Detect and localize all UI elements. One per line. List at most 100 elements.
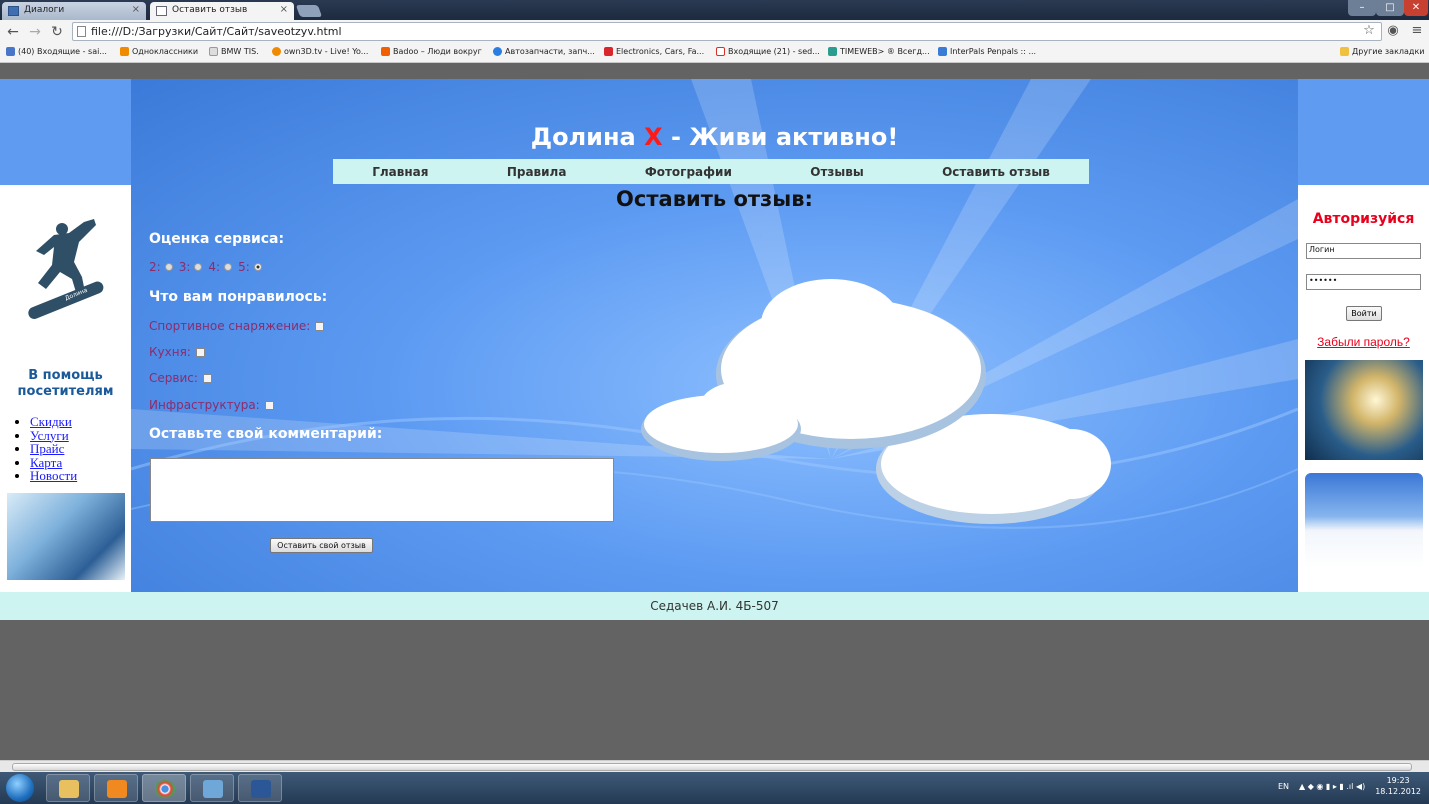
bookmark-item[interactable]: Одноклассники bbox=[120, 47, 198, 56]
forgot-password-link[interactable]: Забыли пароль? bbox=[1298, 335, 1429, 349]
bookmark-label: Electronics, Cars, Fa... bbox=[616, 47, 705, 56]
site-title: Долина X - Живи активно! bbox=[0, 123, 1429, 151]
forward-icon[interactable]: → bbox=[26, 23, 44, 41]
rating-group: 2: 3: 4: 5: bbox=[149, 260, 268, 274]
bookmark-item[interactable]: BMW TIS. bbox=[209, 47, 259, 56]
bookmark-label: Badoo – Люди вокруг bbox=[393, 47, 482, 56]
auth-title: Авторизуйся bbox=[1312, 211, 1415, 227]
taskbar-explorer[interactable] bbox=[46, 774, 90, 802]
bookmark-item[interactable]: InterPals Penpals :: ... bbox=[938, 47, 1036, 56]
close-icon[interactable]: × bbox=[132, 4, 140, 15]
checkbox-row: Инфраструктура: bbox=[149, 398, 274, 412]
extension-icon[interactable]: ◉ bbox=[1384, 22, 1402, 40]
menu-item-home[interactable]: Главная bbox=[372, 165, 428, 179]
address-bar[interactable]: file:///D:/Загрузки/Сайт/Сайт/saveotzyv.… bbox=[72, 22, 1382, 41]
infrastructure-checkbox[interactable] bbox=[264, 400, 274, 410]
form-title: Оставить отзыв: bbox=[616, 187, 813, 211]
login-input[interactable]: Логин bbox=[1306, 243, 1421, 259]
bookmark-icon bbox=[828, 47, 837, 56]
password-input[interactable]: •••••• bbox=[1306, 274, 1421, 290]
left-sidebar: Долина В помощь посетителям Скидки Услуг… bbox=[0, 185, 131, 604]
back-icon[interactable]: ← bbox=[4, 23, 22, 41]
page-icon bbox=[156, 6, 167, 16]
reload-icon[interactable]: ↻ bbox=[48, 23, 66, 41]
horizontal-scrollbar[interactable] bbox=[0, 760, 1429, 772]
snowboard-jump-photo bbox=[1305, 360, 1423, 460]
bookmark-item[interactable]: Electronics, Cars, Fa... bbox=[604, 47, 704, 56]
bookmark-label: Автозапчасти, запч... bbox=[505, 47, 595, 56]
taskbar-media[interactable] bbox=[94, 774, 138, 802]
kitchen-checkbox[interactable] bbox=[195, 347, 205, 357]
tab-label: Оставить отзыв bbox=[172, 5, 248, 15]
bookmark-icon bbox=[6, 47, 15, 56]
menu-item-rules[interactable]: Правила bbox=[507, 165, 567, 179]
bookmark-item[interactable]: Входящие (21) - sed... bbox=[716, 47, 820, 56]
bookmark-item[interactable]: own3D.tv - Live! Yo... bbox=[272, 47, 368, 56]
star-icon[interactable]: ☆ bbox=[1360, 22, 1378, 40]
checkbox-row: Сервис: bbox=[149, 371, 212, 385]
menu-item-photos[interactable]: Фотографии bbox=[645, 165, 732, 179]
service-checkbox[interactable] bbox=[202, 373, 212, 383]
close-icon[interactable]: × bbox=[280, 4, 288, 15]
tab-leave-review[interactable]: Оставить отзыв × bbox=[150, 2, 294, 20]
taskbar-app[interactable] bbox=[190, 774, 234, 802]
system-tray: EN ▲ ◆ ◉ ▮ ▸ ▮ .ıl ◀) 19:23 18.12.2012 bbox=[1278, 775, 1421, 797]
menu-item-reviews[interactable]: Отзывы bbox=[810, 165, 863, 179]
rating-option-label: 2: bbox=[149, 260, 161, 274]
start-button[interactable] bbox=[6, 774, 34, 802]
bookmark-item[interactable]: Автозапчасти, запч... bbox=[493, 47, 595, 56]
bookmark-label: (40) Входящие - sai... bbox=[18, 47, 107, 56]
taskbar-chrome[interactable] bbox=[142, 774, 186, 802]
list-item: Услуги bbox=[30, 428, 77, 443]
submit-review-button[interactable]: Оставить свой отзыв bbox=[270, 538, 373, 553]
bookmark-label: TIMEWEB> ® Всегд... bbox=[840, 47, 930, 56]
app-icon bbox=[203, 780, 223, 798]
bookmark-icon bbox=[272, 47, 281, 56]
tab-label: Диалоги bbox=[24, 5, 65, 15]
rating-radio-2[interactable] bbox=[164, 263, 173, 271]
bookmark-item[interactable]: Badoo – Люди вокруг bbox=[381, 47, 482, 56]
checkbox-row: Спортивное снаряжение: bbox=[149, 319, 325, 333]
word-icon bbox=[251, 780, 271, 798]
equipment-checkbox[interactable] bbox=[315, 321, 325, 331]
link-news[interactable]: Новости bbox=[30, 468, 77, 483]
other-bookmarks[interactable]: Другие закладки bbox=[1340, 47, 1425, 56]
vk-icon bbox=[8, 6, 19, 16]
clock-date: 18.12.2012 bbox=[1375, 787, 1421, 796]
bookmark-item[interactable]: (40) Входящие - sai... bbox=[6, 47, 107, 56]
checkbox-label: Инфраструктура: bbox=[149, 398, 260, 412]
folder-icon bbox=[1340, 47, 1349, 56]
scrollbar-thumb[interactable] bbox=[12, 763, 1412, 771]
taskbar-word[interactable] bbox=[238, 774, 282, 802]
rating-radio-4[interactable] bbox=[224, 263, 233, 271]
maximize-button[interactable]: □ bbox=[1376, 0, 1404, 16]
minimize-button[interactable]: – bbox=[1348, 0, 1376, 16]
menu-icon[interactable]: ≡ bbox=[1408, 22, 1426, 40]
menu-item-leave-review[interactable]: Оставить отзыв bbox=[942, 165, 1050, 179]
tray-icons[interactable]: ▲ ◆ ◉ ▮ ▸ ▮ .ıl ◀) bbox=[1299, 782, 1365, 791]
comment-textarea[interactable] bbox=[150, 458, 614, 522]
bookmark-icon bbox=[604, 47, 613, 56]
likes-label: Что вам понравилось: bbox=[149, 289, 328, 305]
clock[interactable]: 19:23 18.12.2012 bbox=[1375, 775, 1421, 797]
language-indicator[interactable]: EN bbox=[1278, 782, 1289, 791]
footer: Седачев А.И. 4Б-507 bbox=[0, 592, 1429, 620]
chrome-icon bbox=[155, 780, 175, 798]
snowboard-photo bbox=[7, 493, 125, 580]
rating-option-label: 5: bbox=[238, 260, 250, 274]
bookmark-icon bbox=[209, 47, 218, 56]
close-window-button[interactable]: ✕ bbox=[1404, 0, 1428, 16]
folder-icon bbox=[59, 780, 79, 798]
tab-dialogs[interactable]: Диалоги × bbox=[2, 2, 146, 20]
login-button[interactable]: Войти bbox=[1346, 306, 1382, 321]
cloud-illustration bbox=[641, 279, 1111, 524]
rating-radio-3[interactable] bbox=[194, 263, 203, 271]
rating-radio-5[interactable] bbox=[253, 263, 262, 271]
title-x: X bbox=[644, 123, 663, 151]
bookmark-icon bbox=[120, 47, 129, 56]
checkbox-label: Спортивное снаряжение: bbox=[149, 319, 311, 333]
web-page: Долина X - Живи активно! Главная Правила… bbox=[0, 63, 1429, 760]
bookmark-label: BMW TIS. bbox=[221, 47, 259, 56]
bookmark-item[interactable]: TIMEWEB> ® Всегд... bbox=[828, 47, 930, 56]
new-tab-button[interactable] bbox=[295, 5, 323, 17]
